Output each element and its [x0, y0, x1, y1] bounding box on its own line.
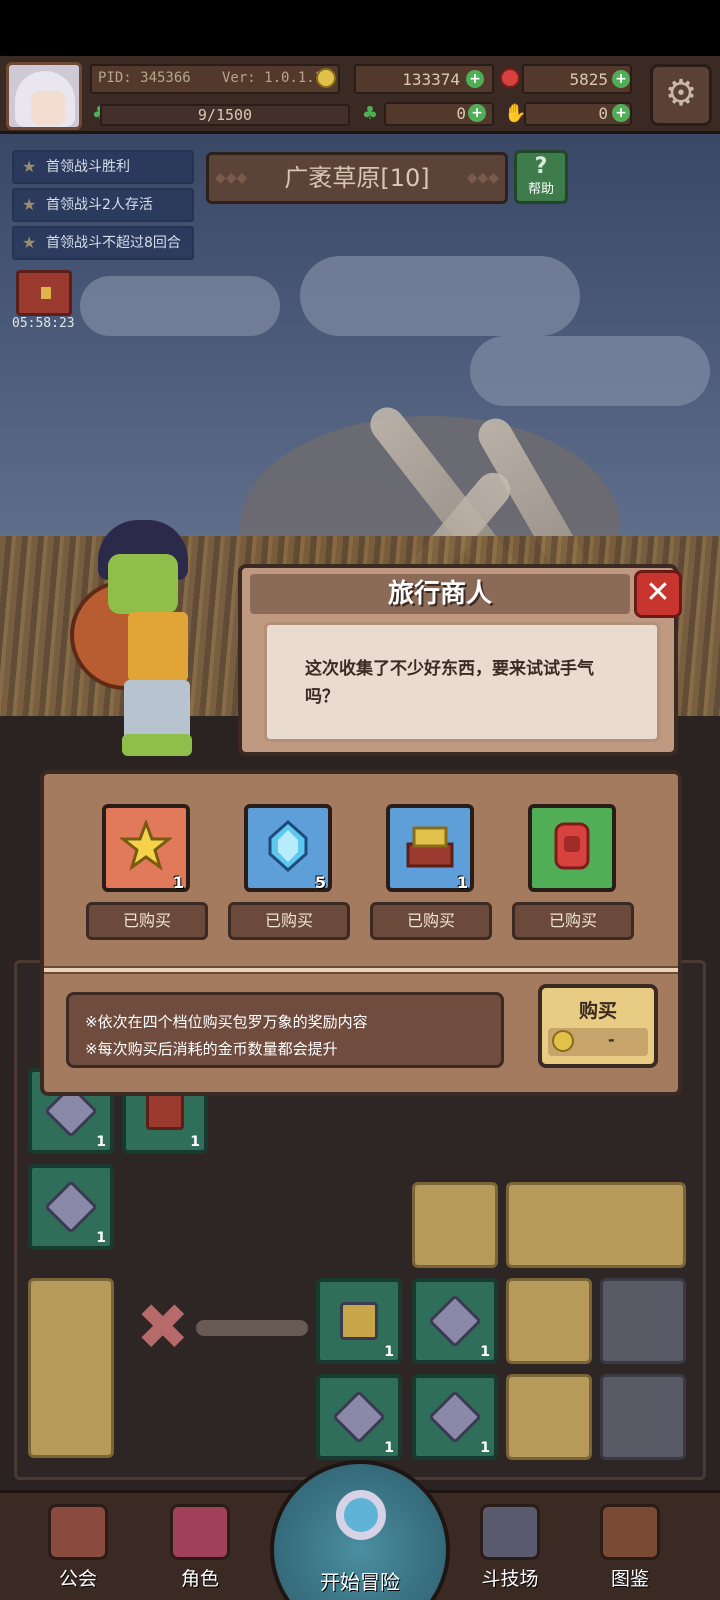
shop-slot-red-gem[interactable]	[528, 804, 616, 892]
gem-amount: 5825	[569, 70, 608, 89]
terrain-cell[interactable]	[506, 1182, 686, 1268]
buy-label: 购买	[578, 1000, 617, 1022]
terrain-cell[interactable]	[412, 1182, 498, 1268]
gold-coin-icon	[316, 68, 336, 88]
shop-slot-gold-chest[interactable]: 1	[386, 804, 474, 892]
book-icon	[600, 1504, 660, 1560]
nav-arena[interactable]: 斗技场	[470, 1500, 550, 1600]
crystal-icon	[428, 1294, 482, 1348]
divider	[44, 966, 678, 974]
clover-icon: ♣	[361, 103, 379, 124]
settings-button[interactable]: ⚙	[650, 64, 712, 126]
guild-house-icon	[48, 1504, 108, 1560]
chest-timer: 05:58:23	[12, 316, 75, 331]
dialog-title: 旅行商人	[250, 574, 630, 614]
merchant-character	[70, 520, 220, 770]
inventory-cell[interactable]: 1	[316, 1278, 402, 1364]
add-clover-button[interactable]: +	[468, 104, 486, 122]
chest-icon	[146, 1092, 184, 1130]
merchant-dialog: 旅行商人 ✕ 这次收集了不少好东西，要来试试手气吗？	[238, 564, 682, 756]
add-hand-button[interactable]: +	[612, 104, 630, 122]
shop-slot-crystal[interactable]: 5	[244, 804, 332, 892]
gold-coin-icon	[552, 1030, 574, 1052]
treasure-icon	[340, 1302, 378, 1340]
purchased-status: 已购买	[370, 902, 492, 940]
nav-guild[interactable]: 公会	[38, 1500, 118, 1600]
crossed-swords-icon	[480, 1504, 540, 1560]
player-avatar[interactable]	[6, 62, 82, 130]
character-icon	[170, 1504, 230, 1560]
nav-codex[interactable]: 图鉴	[590, 1500, 670, 1600]
clover-amount: 0	[456, 104, 466, 123]
reward-chest-icon[interactable]	[16, 270, 72, 316]
close-button[interactable]: ✕	[634, 570, 682, 618]
hand-amount: 0	[598, 104, 608, 123]
inventory-cell[interactable]: 1	[316, 1374, 402, 1460]
inventory-cell[interactable]: 1	[412, 1374, 498, 1460]
location-banner: 广袤草原[10]	[206, 152, 508, 204]
star-icon: ★	[22, 233, 37, 252]
star-icon: ★	[22, 195, 37, 214]
xp-bar: 9/1500	[100, 104, 350, 126]
question-icon: ?	[534, 154, 548, 179]
buy-price: -	[548, 1028, 648, 1056]
purchased-status: 已购买	[228, 902, 350, 940]
cloud	[80, 276, 280, 336]
terrain-cell[interactable]	[506, 1374, 592, 1460]
close-icon: ✕	[645, 575, 671, 610]
xp-value: 9/1500	[197, 106, 253, 124]
terrain-cell[interactable]	[600, 1278, 686, 1364]
shop-info: ※依次在四个档位购买包罗万象的奖励内容 ※每次购买后消耗的金币数量都会提升	[66, 992, 504, 1068]
inventory-cell[interactable]: 1	[412, 1278, 498, 1364]
buy-button[interactable]: 购买 -	[538, 984, 658, 1068]
player-id: PID: 345366	[98, 70, 191, 86]
add-gem-button[interactable]: +	[612, 70, 630, 88]
nav-role[interactable]: 角色	[160, 1500, 240, 1600]
nav-start-adventure[interactable]: 开始冒险	[270, 1460, 450, 1600]
quest-item: ★ 首领战斗不超过8回合	[12, 226, 194, 260]
cloud	[470, 336, 710, 406]
crystal-icon	[428, 1390, 482, 1444]
path-line	[196, 1320, 308, 1336]
gold-amount: 133374	[402, 70, 460, 89]
crystal-icon	[332, 1390, 386, 1444]
star-icon: ★	[22, 157, 37, 176]
quest-item: ★ 首领战斗2人存活	[12, 188, 194, 222]
help-button[interactable]: ? 帮助	[514, 150, 568, 204]
blocked-x-icon: ✖	[136, 1291, 190, 1365]
cloud	[300, 256, 580, 336]
terrain-cell[interactable]	[28, 1278, 114, 1458]
dialog-message: 这次收集了不少好东西，要来试试手气吗？	[264, 622, 660, 742]
gear-icon: ⚙	[664, 73, 698, 114]
version-label: Ver: 1.0.1.1	[222, 70, 324, 86]
hand-icon: ✋	[504, 103, 527, 124]
terrain-cell[interactable]	[506, 1278, 592, 1364]
gold-chest-icon	[406, 826, 454, 868]
purchased-status: 已购买	[512, 902, 634, 940]
shop-panel: 1 5 1 已购买 已购买 已购买 已购买 ※依次在四个档位购买包罗万象的奖励内…	[40, 770, 682, 1096]
terrain-cell[interactable]	[600, 1374, 686, 1460]
add-gold-button[interactable]: +	[466, 70, 484, 88]
star-icon	[120, 820, 172, 871]
quest-item: ★ 首领战斗胜利	[12, 150, 194, 184]
info-line: ※依次在四个档位购买包罗万象的奖励内容	[85, 1013, 368, 1031]
info-line: ※每次购买后消耗的金币数量都会提升	[85, 1040, 338, 1058]
crystal-icon	[44, 1180, 98, 1234]
shop-slot-star[interactable]: 1	[102, 804, 190, 892]
inventory-cell[interactable]: 1	[28, 1164, 114, 1250]
red-gem-icon	[554, 822, 590, 870]
red-gem-icon	[500, 68, 520, 88]
purchased-status: 已购买	[86, 902, 208, 940]
help-label: 帮助	[527, 182, 554, 197]
crystal-icon	[268, 820, 308, 872]
magnifier-icon	[336, 1490, 386, 1540]
